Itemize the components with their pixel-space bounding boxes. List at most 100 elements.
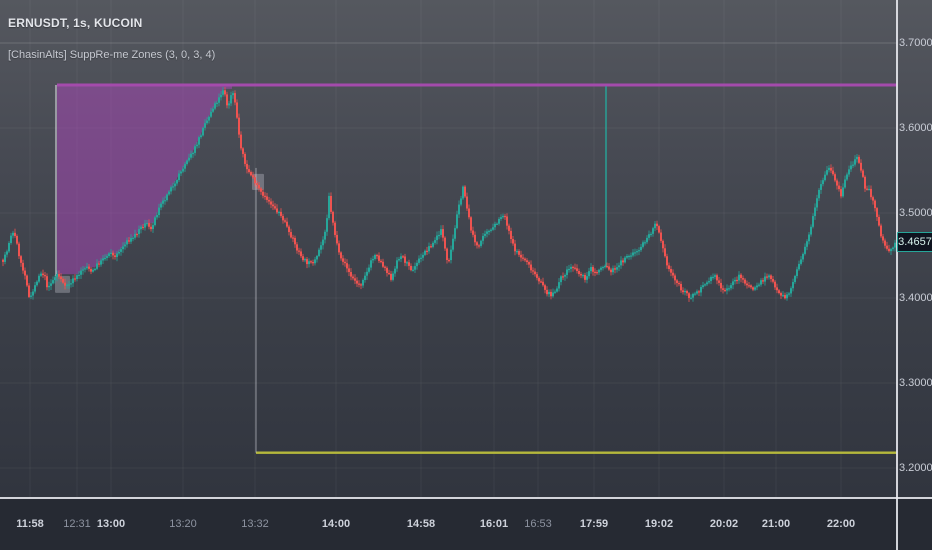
candle-body: [876, 208, 878, 217]
candle-body: [258, 184, 260, 189]
candle-body: [364, 275, 366, 281]
candle-body: [768, 275, 770, 278]
candle-body: [62, 279, 64, 283]
candle-body: [234, 93, 236, 103]
candle-body: [732, 281, 734, 286]
candle-body: [290, 232, 292, 238]
candle-body: [10, 235, 12, 244]
symbol-title[interactable]: ERNUSDT, 1s, KUCOIN: [8, 16, 215, 30]
candle-wick: [66, 283, 68, 289]
candle-body: [528, 262, 530, 265]
candle-body: [684, 290, 686, 293]
candle-body: [286, 221, 288, 227]
candle-body: [384, 266, 386, 268]
candle-body: [700, 287, 702, 293]
candle-body: [378, 255, 380, 261]
resistance-zone-line: [57, 83, 897, 87]
candle-body: [758, 284, 760, 286]
candle-wick: [2, 258, 4, 267]
candle-body: [788, 293, 790, 295]
candle-body: [190, 153, 192, 158]
candle-body: [462, 186, 464, 199]
price-axis-tick: 3.6000: [899, 122, 932, 134]
candle-body: [92, 269, 94, 272]
candle-body: [878, 216, 880, 226]
candle-body: [188, 157, 190, 161]
candle-body: [454, 228, 456, 239]
price-axis-separator: [896, 0, 898, 550]
candle-body: [702, 285, 704, 288]
candle-body: [802, 253, 804, 260]
candle-body: [692, 293, 694, 298]
time-axis-tick: 17:59: [579, 518, 609, 530]
candle-body: [246, 163, 248, 170]
chart-canvas[interactable]: [0, 0, 897, 497]
h-gridline: [0, 297, 897, 299]
candle-body: [278, 211, 280, 214]
candle-body: [798, 263, 800, 270]
candle-body: [368, 267, 370, 272]
candle-body: [154, 217, 156, 226]
time-axis-tick: 13:20: [169, 518, 197, 530]
candle-body: [624, 257, 626, 263]
candle-body: [112, 252, 114, 256]
candle-body: [308, 261, 310, 265]
candle-body: [342, 258, 344, 262]
candle-body: [148, 223, 150, 227]
candle-wick: [568, 264, 570, 273]
candle-body: [20, 256, 22, 263]
candle-body: [276, 208, 278, 213]
zone-vline: [255, 167, 257, 453]
v-gridline: [775, 0, 777, 497]
candle-wick: [562, 272, 564, 281]
candle-body: [790, 288, 792, 294]
candle-body: [334, 222, 336, 235]
candle-wick: [698, 289, 700, 296]
candle-body: [316, 255, 318, 260]
candle-body: [96, 263, 98, 269]
candle-body: [298, 250, 300, 252]
candle-body: [792, 282, 794, 289]
candle-body: [810, 226, 812, 235]
candle-body: [460, 198, 462, 205]
candle-body: [50, 283, 52, 286]
candle-body: [740, 274, 742, 279]
candle-body: [524, 258, 526, 261]
candle-wick: [866, 185, 868, 191]
candle-body: [486, 231, 488, 234]
candle-body: [538, 277, 540, 282]
candle-body: [36, 281, 38, 286]
candle-body: [750, 285, 752, 288]
candle-wick: [74, 274, 76, 282]
candle-wick: [492, 223, 494, 231]
candle-body: [418, 258, 420, 263]
v-gridline: [254, 0, 256, 497]
candle-body: [74, 278, 76, 280]
candle-body: [602, 266, 604, 269]
candle-body: [320, 245, 322, 250]
candle-body: [488, 230, 490, 233]
candle-body: [466, 196, 468, 209]
candle-body: [312, 262, 314, 264]
candle-body: [626, 255, 628, 258]
candle-wick: [712, 273, 714, 280]
v-gridline: [723, 0, 725, 497]
candle-body: [652, 228, 654, 234]
h-gridline: [0, 382, 897, 384]
candle-body: [860, 162, 862, 171]
v-gridline: [29, 0, 31, 497]
candle-body: [156, 215, 158, 218]
indicator-label[interactable]: [ChasinAlts] SuppRe-me Zones (3, 0, 3, 4…: [8, 49, 215, 61]
candle-body: [500, 217, 502, 219]
candle-body: [440, 229, 442, 235]
candle-body: [76, 275, 78, 280]
candle-body: [6, 251, 8, 255]
candle-wick: [376, 253, 378, 260]
candle-body: [416, 262, 418, 267]
candle-body: [830, 167, 832, 171]
time-axis-tick: 16:53: [524, 518, 552, 530]
candle-body: [712, 276, 714, 279]
candle-body: [52, 280, 54, 284]
time-axis[interactable]: 11:58 12:31 13:00 13:20 13:32 14:00 14:58 16:01…: [0, 499, 932, 550]
candle-body: [872, 197, 874, 201]
